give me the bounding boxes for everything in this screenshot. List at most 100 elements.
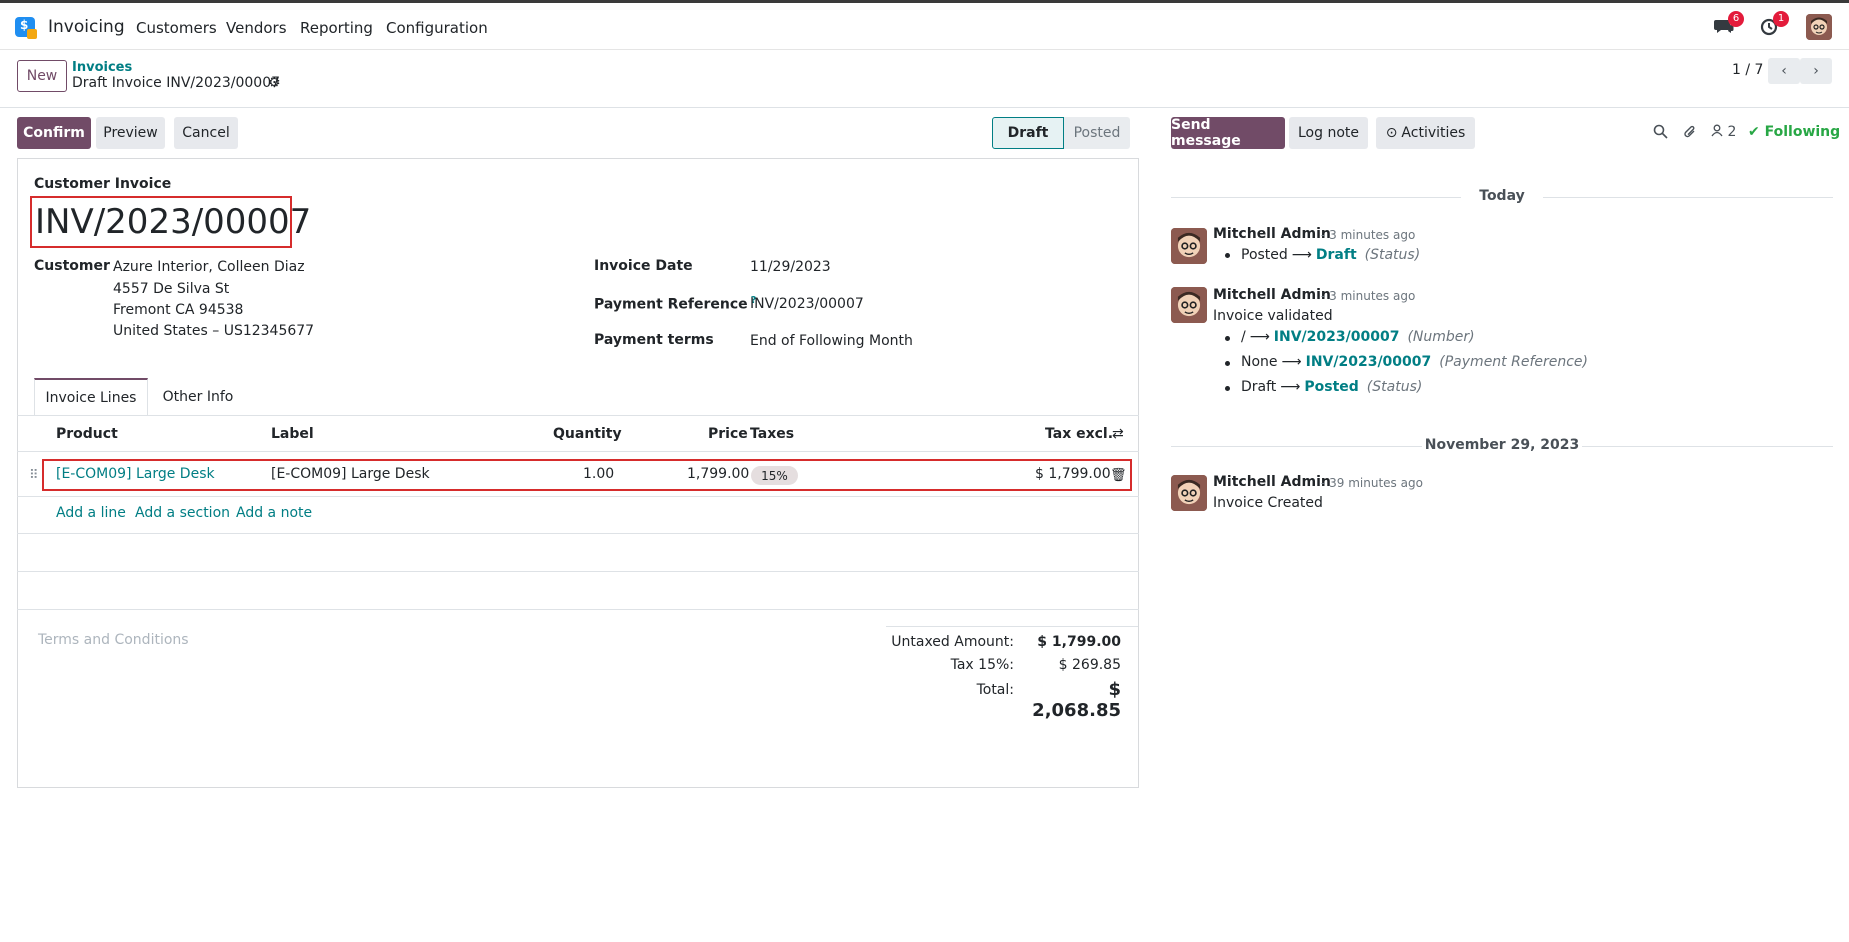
cancel-button[interactable]: Cancel — [174, 117, 238, 149]
row-border — [17, 496, 1139, 497]
main-navbar: Invoicing Customers Vendors Reporting Co… — [0, 3, 1849, 50]
menu-reporting[interactable]: Reporting — [300, 19, 373, 37]
menu-configuration[interactable]: Configuration — [386, 19, 488, 37]
line-quantity[interactable]: 1.00 — [583, 466, 614, 482]
today-line-left — [1171, 197, 1461, 198]
empty-row-border-2 — [17, 571, 1139, 572]
pager-next-button[interactable]: › — [1800, 58, 1832, 84]
column-settings-icon[interactable]: ⇄ — [1112, 426, 1124, 442]
empty-row-border-3 — [17, 609, 1139, 610]
log-note-button[interactable]: Log note — [1289, 117, 1368, 149]
user-icon — [1711, 124, 1723, 140]
customer-street: 4557 De Silva St — [113, 281, 230, 297]
arrow-right-icon: ⟶ — [1291, 247, 1312, 263]
customer-name[interactable]: Azure Interior, Colleen Diaz — [113, 259, 305, 275]
today-line-right — [1543, 197, 1833, 198]
invoice-date-field[interactable]: 11/29/2023 — [750, 259, 831, 275]
activities-button[interactable]: ⊙ Activities — [1376, 117, 1475, 149]
pager-previous-button[interactable]: ‹ — [1768, 58, 1800, 84]
message-time: - 39 minutes ago — [1321, 476, 1423, 490]
column-label[interactable]: Label — [271, 426, 314, 442]
pager-value[interactable]: 1 / 7 — [1732, 62, 1763, 78]
tab-invoice-lines[interactable]: Invoice Lines — [34, 378, 148, 416]
add-line-link[interactable]: Add a line — [56, 505, 126, 521]
status-draft[interactable]: Draft — [992, 117, 1064, 149]
message-avatar[interactable] — [1171, 287, 1207, 323]
payment-terms-label: Payment terms — [594, 332, 714, 348]
change-bullet — [1225, 336, 1230, 341]
tabs-divider — [17, 415, 1139, 416]
add-section-link[interactable]: Add a section — [135, 505, 230, 521]
line-product[interactable]: [E-COM09] Large Desk — [56, 466, 215, 482]
message-author[interactable]: Mitchell Admin — [1213, 287, 1331, 303]
trash-icon[interactable]: 🗑 — [1110, 468, 1127, 483]
send-message-button[interactable]: Send message — [1171, 117, 1285, 149]
tracking-change: Posted ⟶ Draft (Status) — [1241, 247, 1421, 263]
message-avatar[interactable] — [1171, 475, 1207, 511]
line-subtotal: $ 1,799.00 — [1035, 466, 1111, 482]
today-separator: Today — [1479, 188, 1525, 204]
drag-handle-icon[interactable]: ⠿ — [29, 468, 39, 483]
line-price[interactable]: 1,799.00 — [687, 466, 749, 482]
check-icon: ✔ — [1748, 124, 1760, 140]
empty-row-border-1 — [17, 533, 1139, 534]
change-bullet — [1225, 253, 1230, 258]
tracking-change: / ⟶ INV/2023/00007 (Number) — [1241, 329, 1475, 345]
message-author[interactable]: Mitchell Admin — [1213, 474, 1331, 490]
chevron-left-icon: ‹ — [1781, 63, 1787, 79]
date-separator: November 29, 2023 — [1424, 437, 1580, 453]
message-body: Invoice Created — [1213, 495, 1323, 511]
column-price[interactable]: Price — [708, 426, 748, 442]
menu-vendors[interactable]: Vendors — [226, 19, 287, 37]
arrow-right-icon: ⟶ — [1281, 354, 1302, 370]
column-quantity[interactable]: Quantity — [553, 426, 622, 442]
invoice-number: INV/2023/00007 — [30, 196, 311, 248]
activities-clock-icon[interactable]: 1 — [1759, 11, 1789, 37]
line-label[interactable]: [E-COM09] Large Desk — [271, 466, 430, 482]
confirm-button[interactable]: Confirm — [17, 117, 91, 149]
tax-label: Tax 15%: — [950, 657, 1014, 673]
message-avatar[interactable] — [1171, 228, 1207, 264]
column-tax-excl[interactable]: Tax excl. — [1045, 426, 1113, 442]
payment-reference-field[interactable]: INV/2023/00007 — [750, 296, 864, 312]
add-note-link[interactable]: Add a note — [236, 505, 312, 521]
total-value: $ 2,068.85 — [1032, 679, 1121, 721]
message-body: Invoice validated — [1213, 308, 1333, 324]
column-taxes[interactable]: Taxes — [750, 426, 794, 442]
user-avatar[interactable] — [1806, 14, 1832, 40]
date-line-right — [1582, 446, 1833, 447]
followers-button[interactable]: 2 — [1711, 124, 1736, 140]
change-bullet — [1225, 386, 1230, 391]
chevron-right-icon: › — [1813, 63, 1819, 79]
line-tax-badge[interactable]: 15% — [751, 466, 798, 485]
invoice-date-label: Invoice Date — [594, 258, 693, 274]
control-panel: New Invoices Draft Invoice INV/2023/0000… — [0, 50, 1849, 108]
status-posted[interactable]: Posted — [1064, 117, 1130, 149]
gear-icon[interactable]: ⚙ — [268, 75, 281, 91]
following-button[interactable]: ✔ Following — [1748, 124, 1840, 140]
terms-conditions-field[interactable]: Terms and Conditions — [38, 632, 189, 648]
tracking-change: None ⟶ INV/2023/00007 (Payment Reference) — [1241, 354, 1589, 370]
tracking-change: Draft ⟶ Posted (Status) — [1241, 379, 1423, 395]
invoicing-app-icon-accent — [27, 29, 37, 39]
breadcrumb-current: Draft Invoice INV/2023/00007 — [72, 75, 281, 91]
messages-icon[interactable]: 6 — [1714, 11, 1744, 37]
paperclip-icon[interactable] — [1683, 124, 1698, 144]
payment-reference-label: Payment Reference? — [594, 295, 757, 313]
app-name[interactable]: Invoicing — [48, 17, 125, 37]
breadcrumb-invoices[interactable]: Invoices — [72, 60, 132, 75]
arrow-right-icon: ⟶ — [1249, 329, 1270, 345]
search-icon[interactable] — [1653, 124, 1668, 143]
messages-badge: 6 — [1728, 11, 1744, 27]
preview-button[interactable]: Preview — [96, 117, 165, 149]
untaxed-amount-value: $ 1,799.00 — [1037, 634, 1121, 650]
column-product[interactable]: Product — [56, 426, 118, 442]
message-author[interactable]: Mitchell Admin — [1213, 226, 1331, 242]
tab-other-info[interactable]: Other Info — [148, 378, 248, 416]
status-bar: Draft Posted — [992, 117, 1130, 149]
menu-customers[interactable]: Customers — [136, 19, 217, 37]
new-button[interactable]: New — [17, 60, 67, 92]
arrow-right-icon: ⟶ — [1280, 379, 1301, 395]
payment-terms-field[interactable]: End of Following Month — [750, 333, 913, 349]
header-border — [17, 451, 1139, 452]
